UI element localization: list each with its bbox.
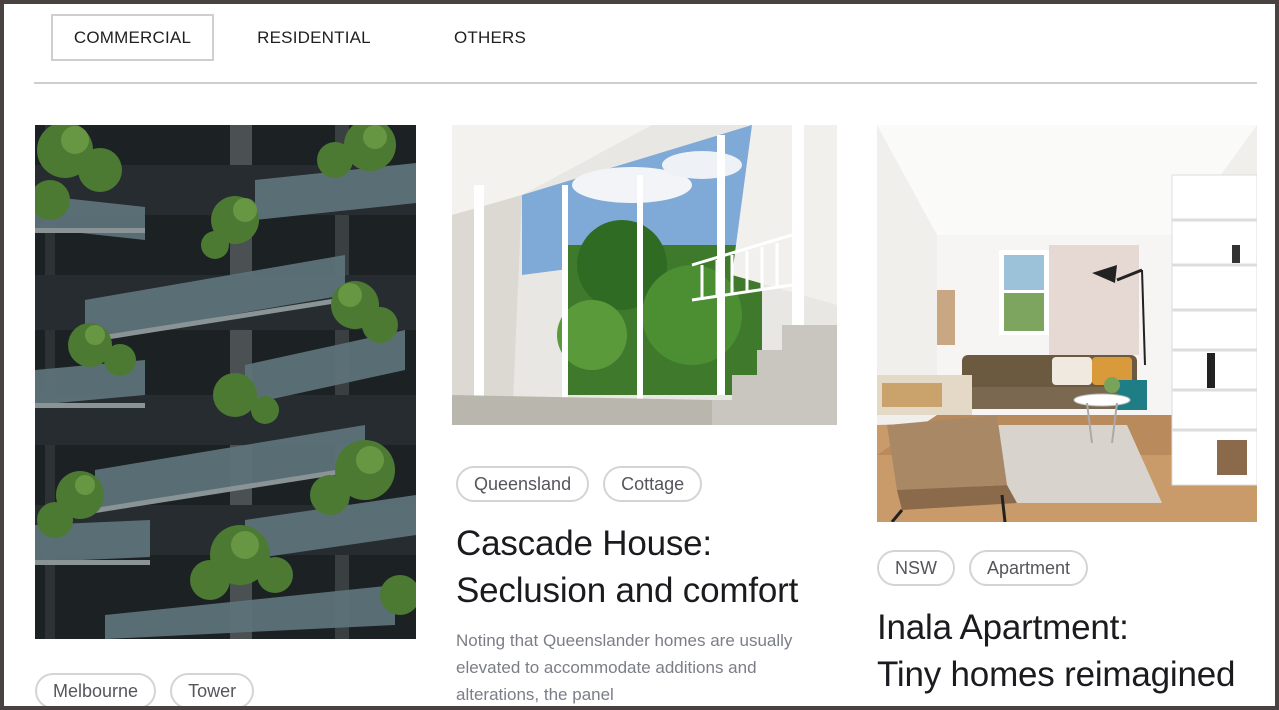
tower-photo[interactable] bbox=[35, 125, 416, 639]
category-tabs: COMMERCIAL RESIDENTIAL OTHERS bbox=[51, 14, 566, 61]
tag-location[interactable]: Queensland bbox=[456, 466, 590, 502]
tab-commercial[interactable]: COMMERCIAL bbox=[51, 14, 214, 61]
tab-residential[interactable]: RESIDENTIAL bbox=[214, 14, 414, 61]
tag-location[interactable]: Melbourne bbox=[35, 673, 157, 706]
tag-list: Queensland Cottage bbox=[456, 466, 703, 502]
inala-apartment-photo[interactable] bbox=[877, 125, 1257, 522]
inala-apartment-illustration bbox=[877, 125, 1257, 522]
tag-list: Melbourne Tower bbox=[35, 673, 255, 706]
page-frame: COMMERCIAL RESIDENTIAL OTHERS Melbourne … bbox=[0, 0, 1279, 710]
tag-location[interactable]: NSW bbox=[877, 550, 955, 586]
card-title-line-2: Tiny homes reimagined bbox=[877, 655, 1236, 694]
cascade-house-illustration bbox=[452, 125, 837, 425]
tabs-divider bbox=[34, 82, 1257, 84]
card-description: Noting that Queenslander homes are usual… bbox=[456, 631, 793, 704]
card-title-line-2: Seclusion and comfort bbox=[456, 571, 799, 610]
card-title-line-1: Inala Apartment: bbox=[877, 608, 1129, 647]
tag-list: NSW Apartment bbox=[877, 550, 1089, 586]
tag-type[interactable]: Tower bbox=[170, 673, 255, 706]
cascade-house-photo[interactable] bbox=[452, 125, 837, 425]
tab-others[interactable]: OTHERS bbox=[414, 14, 566, 61]
tag-type[interactable]: Apartment bbox=[969, 550, 1089, 586]
tower-illustration bbox=[35, 125, 416, 639]
card-title[interactable]: Inala Apartment: Tiny homes reimagined bbox=[877, 604, 1235, 698]
card-title-line-1: Cascade House: bbox=[456, 524, 712, 563]
tag-type[interactable]: Cottage bbox=[603, 466, 703, 502]
card-title[interactable]: Cascade House: Seclusion and comfort bbox=[456, 520, 798, 614]
